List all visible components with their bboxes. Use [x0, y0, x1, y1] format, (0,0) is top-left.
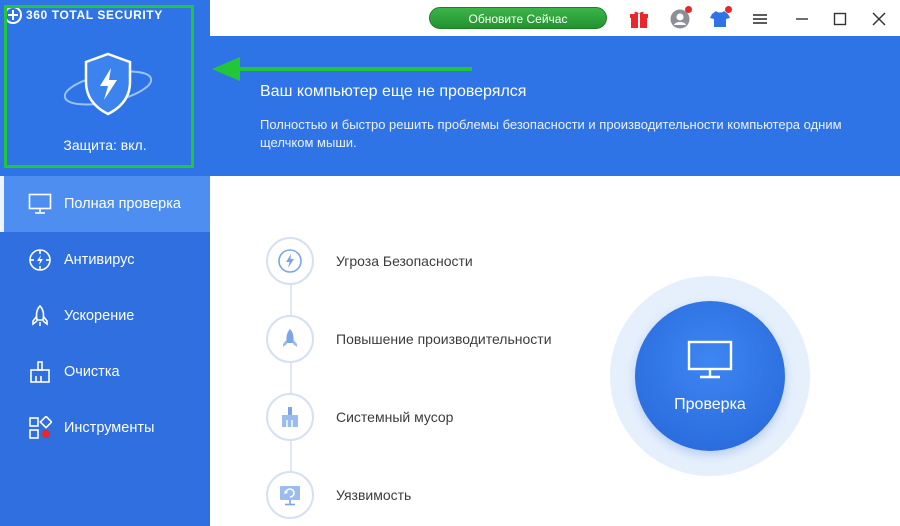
logo-plus-icon [4, 6, 22, 24]
vulnerability-icon [266, 471, 314, 519]
protection-panel[interactable]: 360 TOTAL SECURITY Защита: вкл. [0, 0, 210, 176]
maximize-icon[interactable] [829, 8, 851, 30]
sidebar-item-label: Ускорение [64, 308, 135, 324]
protection-status: Защита: вкл. [63, 137, 147, 153]
minimize-icon[interactable] [791, 8, 813, 30]
security-threat-icon [266, 237, 314, 285]
sidebar-item-tools[interactable]: Инструменты [0, 400, 210, 456]
shield-icon [62, 50, 154, 116]
feature-label: Системный мусор [336, 409, 454, 425]
feature-security-threat: Угроза Безопасности [266, 237, 473, 285]
tshirt-icon[interactable] [709, 6, 732, 30]
sidebar-item-cleanup[interactable]: Очистка [0, 344, 210, 400]
sidebar: 360 TOTAL SECURITY Защита: вкл. Полная п… [0, 0, 210, 526]
notification-dot [725, 6, 732, 13]
feature-label: Угроза Безопасности [336, 253, 473, 269]
menu-icon[interactable] [749, 8, 771, 30]
app-logo: 360 TOTAL SECURITY [4, 6, 163, 24]
rocket-icon [28, 304, 52, 328]
feature-label: Уязвимость [336, 487, 412, 503]
broom-icon [266, 393, 314, 441]
main-panel: Угроза Безопасности Повышение производит… [210, 176, 900, 526]
rocket-icon [266, 315, 314, 363]
scan-button[interactable]: Проверка [635, 301, 785, 451]
brand-name: 360 TOTAL SECURITY [26, 8, 163, 22]
banner-title: Ваш компьютер еще не проверялся [260, 83, 527, 100]
user-icon[interactable] [669, 6, 692, 30]
update-now-button[interactable]: Обновите Сейчас [429, 7, 607, 29]
feature-vulnerability: Уязвимость [266, 471, 411, 519]
tools-icon [28, 416, 52, 440]
timeline-divider [290, 262, 292, 492]
sidebar-item-antivirus[interactable]: Антивирус [0, 232, 210, 288]
broom-icon [28, 360, 52, 384]
antivirus-icon [28, 248, 52, 272]
scan-button-label: Проверка [674, 395, 746, 413]
sidebar-item-label: Инструменты [64, 420, 155, 436]
banner-description: Полностью и быстро решить проблемы безоп… [260, 117, 842, 150]
sidebar-item-label: Антивирус [64, 252, 135, 268]
title-bar: Обновите Сейчас [210, 0, 900, 36]
notification-dot [685, 6, 692, 13]
sidebar-item-full-scan[interactable]: Полная проверка [0, 176, 210, 232]
sidebar-item-label: Полная проверка [64, 196, 181, 212]
gift-icon[interactable] [628, 8, 650, 30]
sidebar-item-speedup[interactable]: Ускорение [0, 288, 210, 344]
monitor-icon [686, 339, 734, 386]
feature-performance: Повышение производительности [266, 315, 552, 363]
close-icon[interactable] [868, 8, 890, 30]
monitor-icon [28, 192, 52, 216]
sidebar-nav: Полная проверка Антивирус Ускорение Очис… [0, 176, 210, 456]
sidebar-item-label: Очистка [64, 364, 120, 380]
feature-label: Повышение производительности [336, 331, 552, 347]
annotation-arrow-icon [212, 57, 472, 81]
feature-junk: Системный мусор [266, 393, 453, 441]
